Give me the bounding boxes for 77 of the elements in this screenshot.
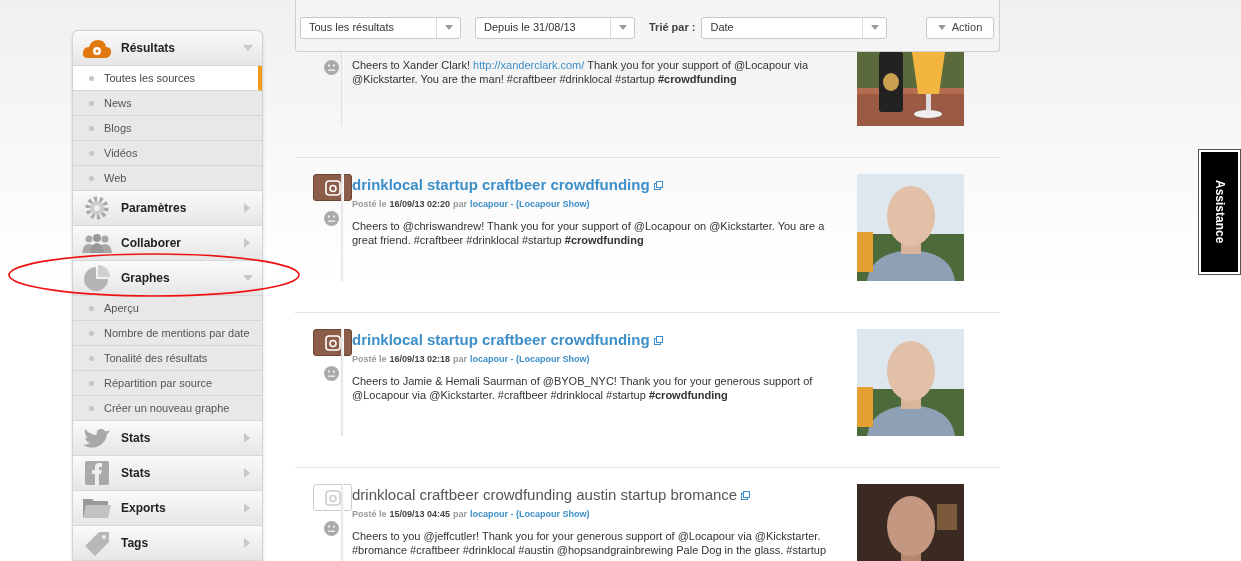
post-date: 15/09/13 04:45 xyxy=(389,507,451,521)
caret-down-icon xyxy=(618,25,627,30)
caret-right-icon xyxy=(244,238,250,248)
posted-label: Posté le xyxy=(352,507,387,521)
posted-label: Posté le xyxy=(352,352,387,366)
section-label: Collaborer xyxy=(121,235,182,252)
sidebar-item[interactable]: Aperçu xyxy=(73,296,262,321)
sidebar-section[interactable]: Stats xyxy=(73,456,262,491)
caret-right-icon xyxy=(244,203,250,213)
gear-icon xyxy=(84,195,110,221)
filter-select[interactable]: Tous les résultats xyxy=(300,16,461,39)
caret-down-icon xyxy=(243,275,253,281)
caret-down-icon xyxy=(870,25,879,30)
post-title[interactable]: drinklocal craftbeer crowdfunding austin startup bromance xyxy=(352,484,738,507)
post-date: 16/09/13 02:18 xyxy=(389,352,451,366)
post-date: 16/09/13 02:20 xyxy=(389,197,451,211)
caret-right-icon xyxy=(244,538,250,548)
caret-right-icon xyxy=(244,468,250,478)
post-title[interactable]: drinklocal startup craftbeer crowdfunding xyxy=(352,329,650,352)
folder-icon xyxy=(82,497,112,519)
sidebar-section[interactable]: Tags xyxy=(73,526,262,561)
neutral-face-icon xyxy=(324,521,339,536)
caret-right-icon xyxy=(244,503,250,513)
neutral-face-icon xyxy=(324,211,339,226)
external-link-icon[interactable] xyxy=(653,335,663,345)
sidebar-item[interactable]: Répartition par source xyxy=(73,371,262,396)
caret-down-icon xyxy=(937,25,946,30)
tag-icon xyxy=(83,530,111,556)
sort-select[interactable]: Date xyxy=(701,16,888,39)
post-text: Cheers to Xander Clark! http://xanderclark.com/ Thank you for your support of @Locapour via @Kickstarter. You are the man! #craftbeer #drinklocal #startup #crowdfunding xyxy=(352,58,810,86)
sidebar-item[interactable]: Web xyxy=(73,166,262,191)
sidebar-section[interactable]: Collaborer xyxy=(73,226,262,261)
pie-chart-icon xyxy=(83,264,111,292)
action-button[interactable]: Action xyxy=(926,16,994,39)
sidebar-item[interactable]: Toutes les sources xyxy=(73,66,262,91)
section-label: Graphes xyxy=(121,270,171,287)
external-link-icon[interactable] xyxy=(653,180,663,190)
author-link[interactable]: locapour - (Locapour Show) xyxy=(470,507,590,521)
section-label: Stats xyxy=(121,430,152,447)
by-label: par xyxy=(453,352,468,366)
section-label: Résultats xyxy=(121,40,177,57)
sidebar-section[interactable]: Exports xyxy=(73,491,262,526)
post-text: Cheers to you @jeffcutler! Thank you for your generous support of @Locapour via @Kickstarter. #bromance #craftbeer #drinklocal #austin @hopsandgrainbrewing Pale Dog in the glass. #startup xyxy=(352,529,828,557)
section-label: Stats xyxy=(121,465,152,482)
cloud-gear-icon xyxy=(82,37,112,59)
sidebar-section[interactable]: Résultats xyxy=(73,31,262,66)
sidebar-item[interactable]: Tonalité des résultats xyxy=(73,346,262,371)
external-link-icon[interactable] xyxy=(741,490,751,500)
author-link[interactable]: locapour - (Locapour Show) xyxy=(470,352,590,366)
neutral-face-icon xyxy=(324,366,339,381)
sidebar-section[interactable]: Graphes xyxy=(73,261,262,296)
sidebar-section[interactable]: Paramètres xyxy=(73,191,262,226)
caret-down-icon xyxy=(243,45,253,51)
period-select[interactable]: Depuis le 31/08/13 xyxy=(475,16,635,39)
section-label: Exports xyxy=(121,500,167,517)
assistance-tab[interactable]: Assistance xyxy=(1199,150,1240,274)
sort-label: Trié par : xyxy=(649,20,696,36)
sidebar-item[interactable]: Créer un nouveau graphe xyxy=(73,396,262,421)
author-link[interactable]: locapour - (Locapour Show) xyxy=(470,197,590,211)
by-label: par xyxy=(453,507,468,521)
section-label: Tags xyxy=(121,535,150,552)
caret-right-icon xyxy=(244,433,250,443)
by-label: par xyxy=(453,197,468,211)
sidebar-section[interactable]: Stats xyxy=(73,421,262,456)
sidebar-item[interactable]: Blogs xyxy=(73,116,262,141)
post-text: Cheers to Jamie & Hemali Saurman of @BYOB_NYC! Thank you for your generous support of @Locapour via @Kickstarter. #craftbeer #drinklocal #startup #crowdfunding xyxy=(352,374,814,402)
sidebar-item[interactable]: Vidéos xyxy=(73,141,262,166)
sidebar-item[interactable]: News xyxy=(73,91,262,116)
post-text: Cheers to @chriswandrew! Thank you for your support of @Locapour on @Kickstarter. You are a great friend. #craftbeer #drinklocal #startup #crowdfunding xyxy=(352,219,826,247)
caret-down-icon xyxy=(444,25,453,30)
posted-label: Posté le xyxy=(352,197,387,211)
sidebar-item[interactable]: Nombre de mentions par date xyxy=(73,321,262,346)
people-icon xyxy=(81,233,113,253)
neutral-face-icon xyxy=(324,60,339,75)
section-label: Paramètres xyxy=(121,200,188,217)
bird-icon xyxy=(83,427,111,449)
f-logo-icon xyxy=(85,461,109,485)
